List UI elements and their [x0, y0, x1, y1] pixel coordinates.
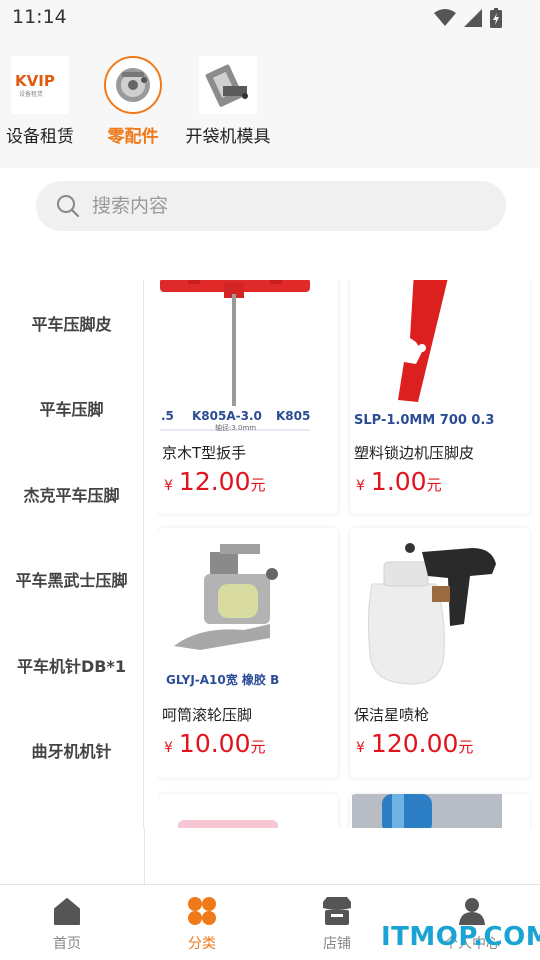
product-image-spray-gun	[352, 534, 502, 694]
product-card[interactable]: .5 K805A-3.0 K805 轴径:3.0mm 京木T型扳手 ¥12.00…	[158, 280, 338, 514]
product-image-presser-foot-skin: SLP-1.0MM 700 0.3	[352, 280, 502, 432]
price-value: 10.00	[178, 729, 251, 758]
product-name: 呵筒滚轮压脚	[162, 706, 253, 724]
category-label: 设备租赁	[6, 127, 74, 147]
image-caption-right: K805	[276, 409, 310, 423]
image-caption: GLYJ-A10宽 橡胶 B	[166, 672, 279, 687]
price-unit: 元	[426, 476, 442, 494]
search-icon	[57, 195, 80, 218]
category-sidebar: 平车压脚皮 平车压脚 杰克平车压脚 平车黑武士压脚 平车机针DB*1 曲牙机机针…	[0, 280, 144, 828]
price-unit: 元	[458, 738, 474, 756]
image-caption: K805A-3.0	[192, 409, 262, 423]
status-icons	[434, 8, 502, 28]
tab-label: 首页	[53, 936, 81, 952]
product-image-blue-bottle	[352, 794, 502, 828]
sidebar-item[interactable]: 杰克平车压脚	[0, 451, 143, 537]
price-unit: 元	[250, 476, 266, 494]
tab-store[interactable]: 店铺	[297, 895, 377, 953]
product-card[interactable]: 保洁星喷枪 ¥120.00元	[350, 528, 530, 778]
signal-icon	[464, 9, 482, 27]
price-value: 1.00	[370, 467, 427, 496]
category-header: KVIP 设备租赁 设备租赁 零配件 开袋机模具	[0, 36, 540, 168]
sidebar-divider	[144, 828, 145, 884]
category-equipment-rental[interactable]: KVIP 设备租赁 设备租赁	[0, 56, 80, 147]
machine-mold-icon	[199, 56, 257, 114]
product-card[interactable]: GLYJ-A10宽 橡胶 B 呵筒滚轮压脚 ¥10.00元	[158, 528, 338, 778]
currency-symbol: ¥	[164, 740, 173, 756]
tab-home[interactable]: 首页	[27, 895, 107, 953]
product-price: ¥10.00元	[164, 729, 338, 758]
search-box[interactable]	[36, 181, 506, 231]
price-value: 120.00	[370, 729, 459, 758]
category-icon	[162, 895, 242, 927]
bobbin-case-icon	[104, 56, 162, 114]
product-grid: .5 K805A-3.0 K805 轴径:3.0mm 京木T型扳手 ¥12.00…	[158, 280, 532, 828]
product-name: 塑料锁边机压脚皮	[354, 444, 475, 462]
battery-icon	[490, 8, 502, 28]
category-label: 开袋机模具	[185, 127, 271, 147]
product-card[interactable]	[350, 794, 530, 828]
product-price: ¥1.00元	[356, 467, 530, 496]
sidebar-item[interactable]: 三线锁眼机针	[0, 793, 143, 829]
category-label: 零配件	[107, 127, 159, 147]
watermark: ITMOP.COM	[381, 922, 540, 952]
image-subcaption: 轴径:3.0mm	[215, 423, 256, 432]
search-bar	[0, 168, 540, 248]
product-image-t-wrench: .5 K805A-3.0 K805 轴径:3.0mm	[160, 280, 310, 432]
image-caption: SLP-1.0MM 700 0.3	[354, 413, 494, 428]
tab-category[interactable]: 分类	[162, 895, 242, 953]
kvip-logo-subtext: 设备租赁	[19, 90, 43, 98]
product-image-pink-pad	[160, 794, 310, 828]
kvip-logo-text: KVIP	[15, 72, 55, 90]
sidebar-item[interactable]: 平车压脚	[0, 366, 143, 452]
currency-symbol: ¥	[356, 740, 365, 756]
product-name: 京木T型扳手	[162, 444, 247, 462]
category-parts[interactable]: 零配件	[93, 56, 173, 147]
status-time: 11:14	[12, 6, 67, 28]
currency-symbol: ¥	[356, 478, 365, 494]
sidebar-item[interactable]: 曲牙机机针	[0, 708, 143, 794]
image-caption-left: .5	[161, 409, 174, 423]
wifi-icon	[434, 9, 456, 26]
product-image-roller-presser-foot: GLYJ-A10宽 橡胶 B	[160, 534, 310, 694]
tab-label: 分类	[188, 936, 216, 952]
search-input[interactable]	[92, 195, 452, 217]
product-card[interactable]	[158, 794, 338, 828]
product-price: ¥12.00元	[164, 467, 338, 496]
sidebar-item[interactable]: 平车黑武士压脚	[0, 537, 143, 623]
product-name: 保洁星喷枪	[354, 706, 430, 724]
product-card[interactable]: SLP-1.0MM 700 0.3 塑料锁边机压脚皮 ¥1.00元	[350, 280, 530, 514]
sidebar-item[interactable]: 平车机针DB*1	[0, 622, 143, 708]
tab-label: 店铺	[323, 936, 351, 952]
kvip-logo: KVIP 设备租赁	[11, 56, 69, 114]
home-icon	[27, 895, 107, 927]
currency-symbol: ¥	[164, 478, 173, 494]
product-price: ¥120.00元	[356, 729, 530, 758]
price-value: 12.00	[178, 467, 251, 496]
store-icon	[297, 895, 377, 927]
sidebar-item[interactable]: 平车压脚皮	[0, 280, 143, 366]
category-bag-machine-mold[interactable]: 开袋机模具	[173, 56, 283, 147]
price-unit: 元	[250, 738, 266, 756]
status-bar: 11:14	[0, 0, 540, 36]
